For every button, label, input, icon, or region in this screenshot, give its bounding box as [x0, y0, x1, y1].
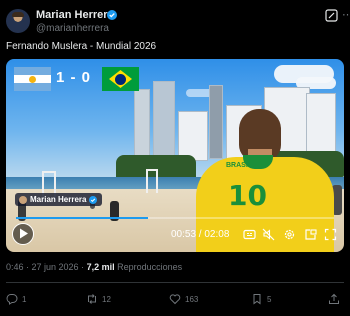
- verified-badge-icon: [107, 10, 117, 20]
- bookmark-icon: [253, 294, 261, 305]
- argentina-flag-icon: [14, 67, 51, 91]
- share-button[interactable]: [328, 291, 340, 307]
- watermark-avatar: [19, 195, 27, 204]
- author-avatar[interactable]: [6, 9, 30, 33]
- video-progress-bar[interactable]: [16, 217, 334, 219]
- share-icon: [329, 293, 339, 304]
- post-timestamp[interactable]: 0:46 · 27 jun 2026 ·: [6, 262, 87, 272]
- repost-icon: [88, 294, 96, 304]
- post-text: Fernando Muslera - Mundial 2026: [6, 41, 157, 52]
- post-meta: 0:46 · 27 jun 2026 · 7,2 mil Reproduccio…: [6, 262, 182, 272]
- grok-icon[interactable]: [325, 9, 338, 22]
- play-button[interactable]: [12, 223, 34, 245]
- watermark-name: Marian Herrera: [30, 195, 87, 204]
- author-name[interactable]: Marian Herrera: [36, 9, 114, 21]
- watermark-verified-icon: [89, 195, 98, 204]
- action-bar: 1 12 163 5: [6, 291, 344, 307]
- video-player[interactable]: BRASIL 10 1 - 0 Marian Herrera 00:53 / 0…: [6, 59, 344, 252]
- bookmark-count: 5: [267, 294, 272, 304]
- heart-icon: [169, 294, 181, 305]
- post-header: Marian Herrera @marianherrera ⋯: [6, 8, 350, 36]
- video-controls: 00:53 / 02:08: [6, 223, 344, 249]
- pip-icon[interactable]: [304, 228, 317, 241]
- jersey-text: BRASIL: [226, 162, 253, 169]
- reply-count: 1: [22, 294, 27, 304]
- video-time: 00:53 / 02:08: [171, 229, 230, 240]
- play-icon: [20, 228, 28, 239]
- fullscreen-icon[interactable]: [324, 228, 337, 241]
- more-options-icon[interactable]: ⋯: [342, 8, 350, 21]
- repost-button[interactable]: 12: [86, 291, 111, 307]
- view-label: Reproducciones: [114, 262, 183, 272]
- settings-icon[interactable]: [283, 228, 296, 241]
- brazil-flag-icon: [102, 67, 139, 91]
- view-count: 7,2 mil: [86, 262, 115, 272]
- video-watermark: Marian Herrera: [15, 193, 103, 206]
- score-text: 1 - 0: [56, 69, 92, 86]
- score-overlay: 1 - 0: [14, 67, 139, 91]
- like-button[interactable]: 163: [169, 291, 198, 307]
- cc-icon[interactable]: [243, 228, 256, 241]
- video-progress-fill: [16, 217, 148, 219]
- mute-icon[interactable]: [262, 228, 275, 241]
- reply-icon: [6, 294, 18, 305]
- bookmark-button[interactable]: 5: [251, 291, 271, 307]
- author-handle[interactable]: @marianherrera: [36, 23, 109, 34]
- repost-count: 12: [102, 294, 111, 304]
- jersey-number: 10: [228, 179, 267, 212]
- reply-button[interactable]: 1: [6, 291, 26, 307]
- like-count: 163: [185, 294, 199, 304]
- divider: [6, 282, 344, 283]
